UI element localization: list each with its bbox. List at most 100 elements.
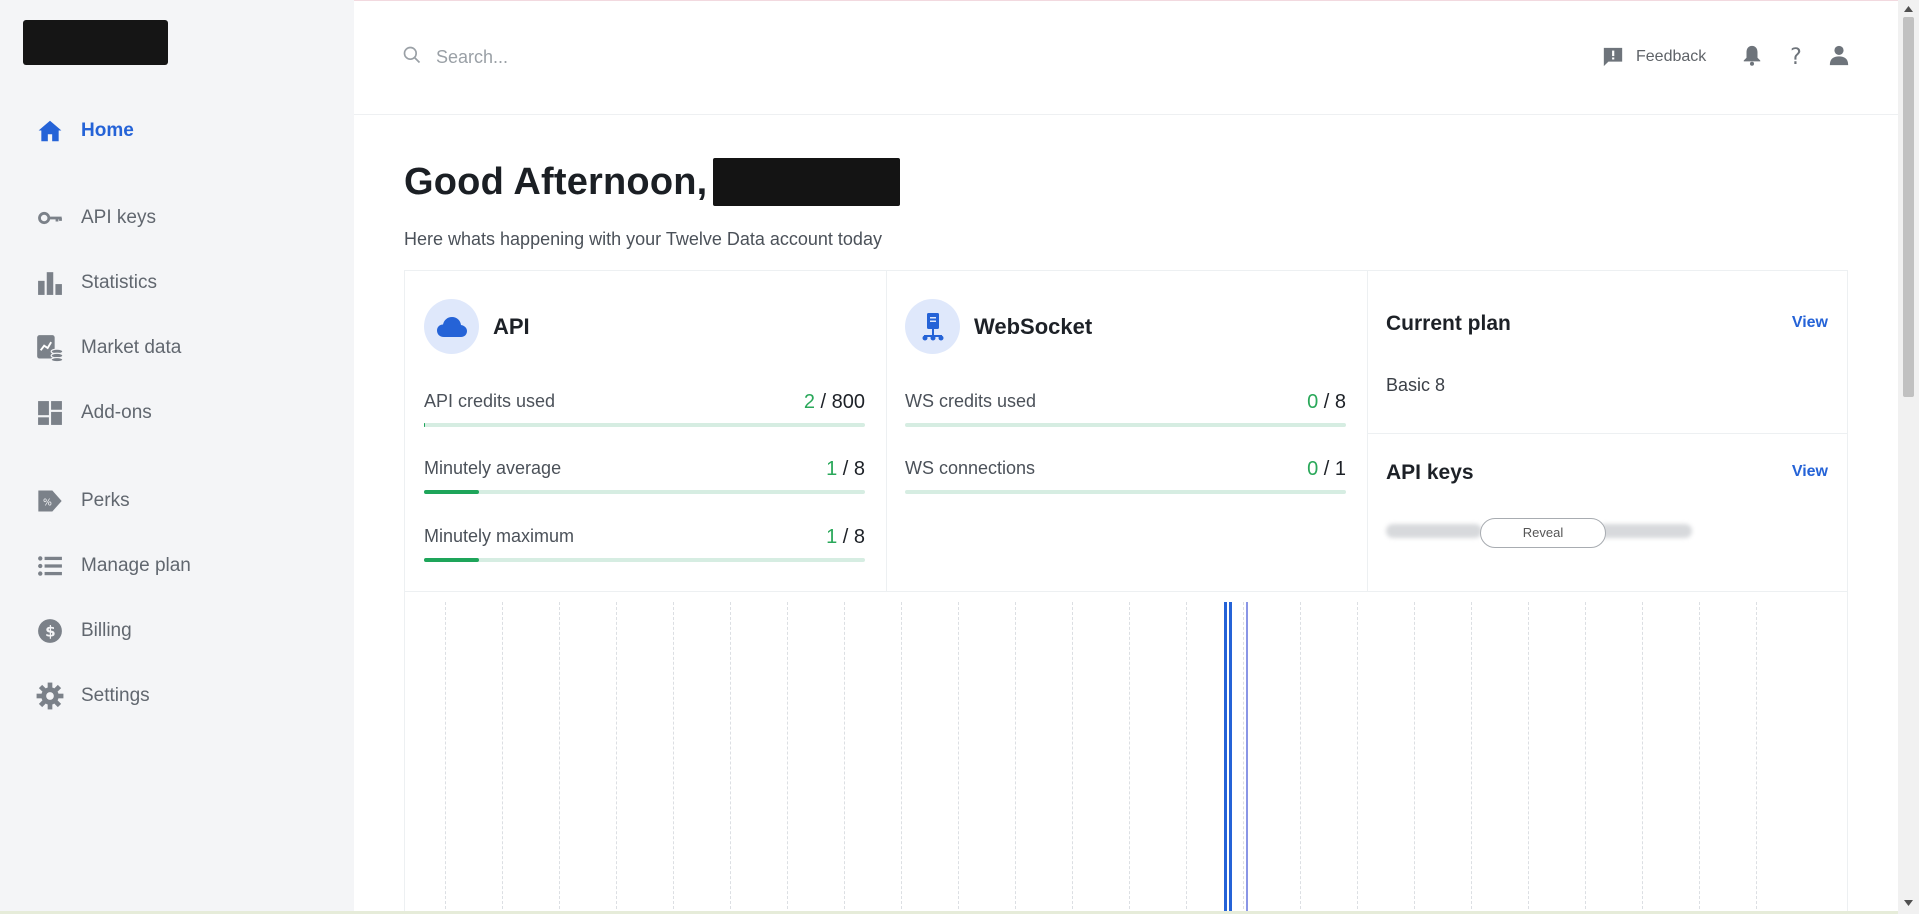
svg-text:%: %: [43, 498, 52, 509]
progress-fill: [424, 558, 480, 562]
sidebar-item-label: Billing: [81, 620, 132, 641]
metric-value: 2 / 800: [803, 391, 865, 413]
dollar-icon: $: [36, 617, 64, 645]
chart-gridline: [1585, 602, 1586, 914]
sidebar-item-api-keys[interactable]: API keys: [36, 200, 156, 236]
api-key-masked: [1386, 524, 1482, 538]
sidebar-item-label: Market data: [81, 337, 182, 358]
username-redacted: [713, 158, 901, 206]
metric-used: 1: [826, 458, 838, 480]
page-subtitle: Here whats happening with your Twelve Da…: [404, 229, 882, 249]
home-icon: [36, 117, 64, 145]
chart-gridline: [730, 602, 731, 914]
chart-gridline: [901, 602, 902, 914]
page-title: Good Afternoon,: [404, 158, 901, 206]
search-bar: [402, 40, 902, 74]
page-scrollbar[interactable]: [1898, 0, 1919, 914]
header-divider: [354, 114, 1899, 115]
websocket-card-title: WebSocket: [974, 313, 1093, 339]
metric-label: Minutely average: [424, 458, 562, 478]
metric-used: 1: [826, 526, 838, 548]
metric-total: 8: [853, 458, 865, 480]
api-keys-title: API keys: [1386, 461, 1474, 484]
progress-fill: [424, 423, 426, 427]
metric-total: 800: [831, 391, 865, 413]
chart-gridline: [1129, 602, 1130, 914]
chart-gridline: [1015, 602, 1016, 914]
metric-label: WS connections: [905, 458, 1036, 478]
progress-bar: [424, 558, 865, 562]
sidebar-item-label: Home: [81, 120, 134, 141]
account-button[interactable]: [1826, 44, 1852, 70]
chart-gridline: [1642, 602, 1643, 914]
question-icon: ?: [1790, 44, 1802, 70]
list-icon: [36, 552, 64, 580]
chart-gridline: [958, 602, 959, 914]
metric-value: 1 / 8: [826, 458, 865, 480]
chart-spike: [1246, 602, 1248, 914]
chart-gridline: [1300, 602, 1301, 914]
chart-gridline: [1471, 602, 1472, 914]
chart-gridline: [1699, 602, 1700, 914]
search-input[interactable]: [434, 45, 878, 69]
chart-spike: [1229, 602, 1232, 914]
view-api-keys-link[interactable]: View: [1792, 463, 1828, 481]
svg-text:$: $: [45, 622, 56, 640]
websocket-card: WebSocket WS credits used 0 / 8 WS conne…: [886, 271, 1368, 591]
sidebar-item-home[interactable]: Home: [36, 113, 134, 149]
chart-gridline: [1528, 602, 1529, 914]
current-plan-title: Current plan: [1386, 312, 1511, 335]
market-data-icon: [36, 334, 64, 362]
reveal-key-button[interactable]: Reveal: [1480, 518, 1606, 548]
chart-gridline: [559, 602, 560, 914]
sidebar-item-perks[interactable]: % Perks: [36, 483, 130, 519]
usage-chart: [404, 592, 1848, 914]
metric-total: 8: [853, 526, 865, 548]
feedback-icon: [1602, 46, 1624, 68]
progress-fill: [424, 490, 480, 494]
sidebar-item-settings[interactable]: Settings: [36, 678, 150, 714]
view-plan-link[interactable]: View: [1792, 314, 1828, 332]
perks-tag-icon: %: [36, 487, 64, 515]
usage-cards: API API credits used 2 / 800 Minutely av…: [404, 270, 1848, 592]
search-icon: [402, 45, 422, 70]
metric-label: WS credits used: [905, 391, 1037, 411]
greeting-text: Good Afternoon,: [404, 160, 708, 203]
sidebar-item-billing[interactable]: $ Billing: [36, 613, 132, 649]
progress-bar: [424, 490, 865, 494]
bar-chart-icon: [36, 269, 64, 297]
chart-gridline: [787, 602, 788, 914]
sidebar-item-label: Statistics: [81, 272, 158, 293]
chart-gridline: [445, 602, 446, 914]
chart-gridline: [1186, 602, 1187, 914]
sidebar-item-manage-plan[interactable]: Manage plan: [36, 548, 191, 584]
websocket-card-header: WebSocket: [905, 299, 1092, 354]
chart-gridline: [673, 602, 674, 914]
websocket-server-icon: [905, 299, 960, 354]
metric-label: API credits used: [424, 391, 556, 411]
user-icon: [1828, 44, 1850, 71]
progress-bar: [424, 423, 865, 427]
notifications-button[interactable]: [1739, 44, 1765, 70]
sidebar-item-label: Add-ons: [81, 402, 152, 423]
gear-icon: [36, 682, 64, 710]
metric-total: 8: [1334, 391, 1346, 413]
grid-icon: [36, 399, 64, 427]
scrollbar-thumb[interactable]: [1903, 17, 1914, 397]
metric-value: 1 / 8: [826, 526, 865, 548]
sidebar-item-statistics[interactable]: Statistics: [36, 265, 157, 301]
metric-value: 0 / 1: [1307, 458, 1346, 480]
metric-label: Minutely maximum: [424, 526, 575, 546]
progress-bar: [905, 490, 1346, 494]
sidebar-item-add-ons[interactable]: Add-ons: [36, 395, 152, 431]
sidebar-item-market-data[interactable]: Market data: [36, 330, 181, 366]
key-icon: [36, 204, 64, 232]
scroll-up-arrow-icon[interactable]: [1903, 4, 1914, 14]
chart-gridline: [1357, 602, 1358, 914]
feedback-button[interactable]: Feedback: [1602, 43, 1706, 71]
chart-gridline: [1414, 602, 1415, 914]
help-button[interactable]: ?: [1783, 44, 1809, 70]
metric-total: 1: [1334, 458, 1346, 480]
scroll-down-arrow-icon[interactable]: [1903, 898, 1914, 908]
feedback-label: Feedback: [1636, 48, 1707, 65]
